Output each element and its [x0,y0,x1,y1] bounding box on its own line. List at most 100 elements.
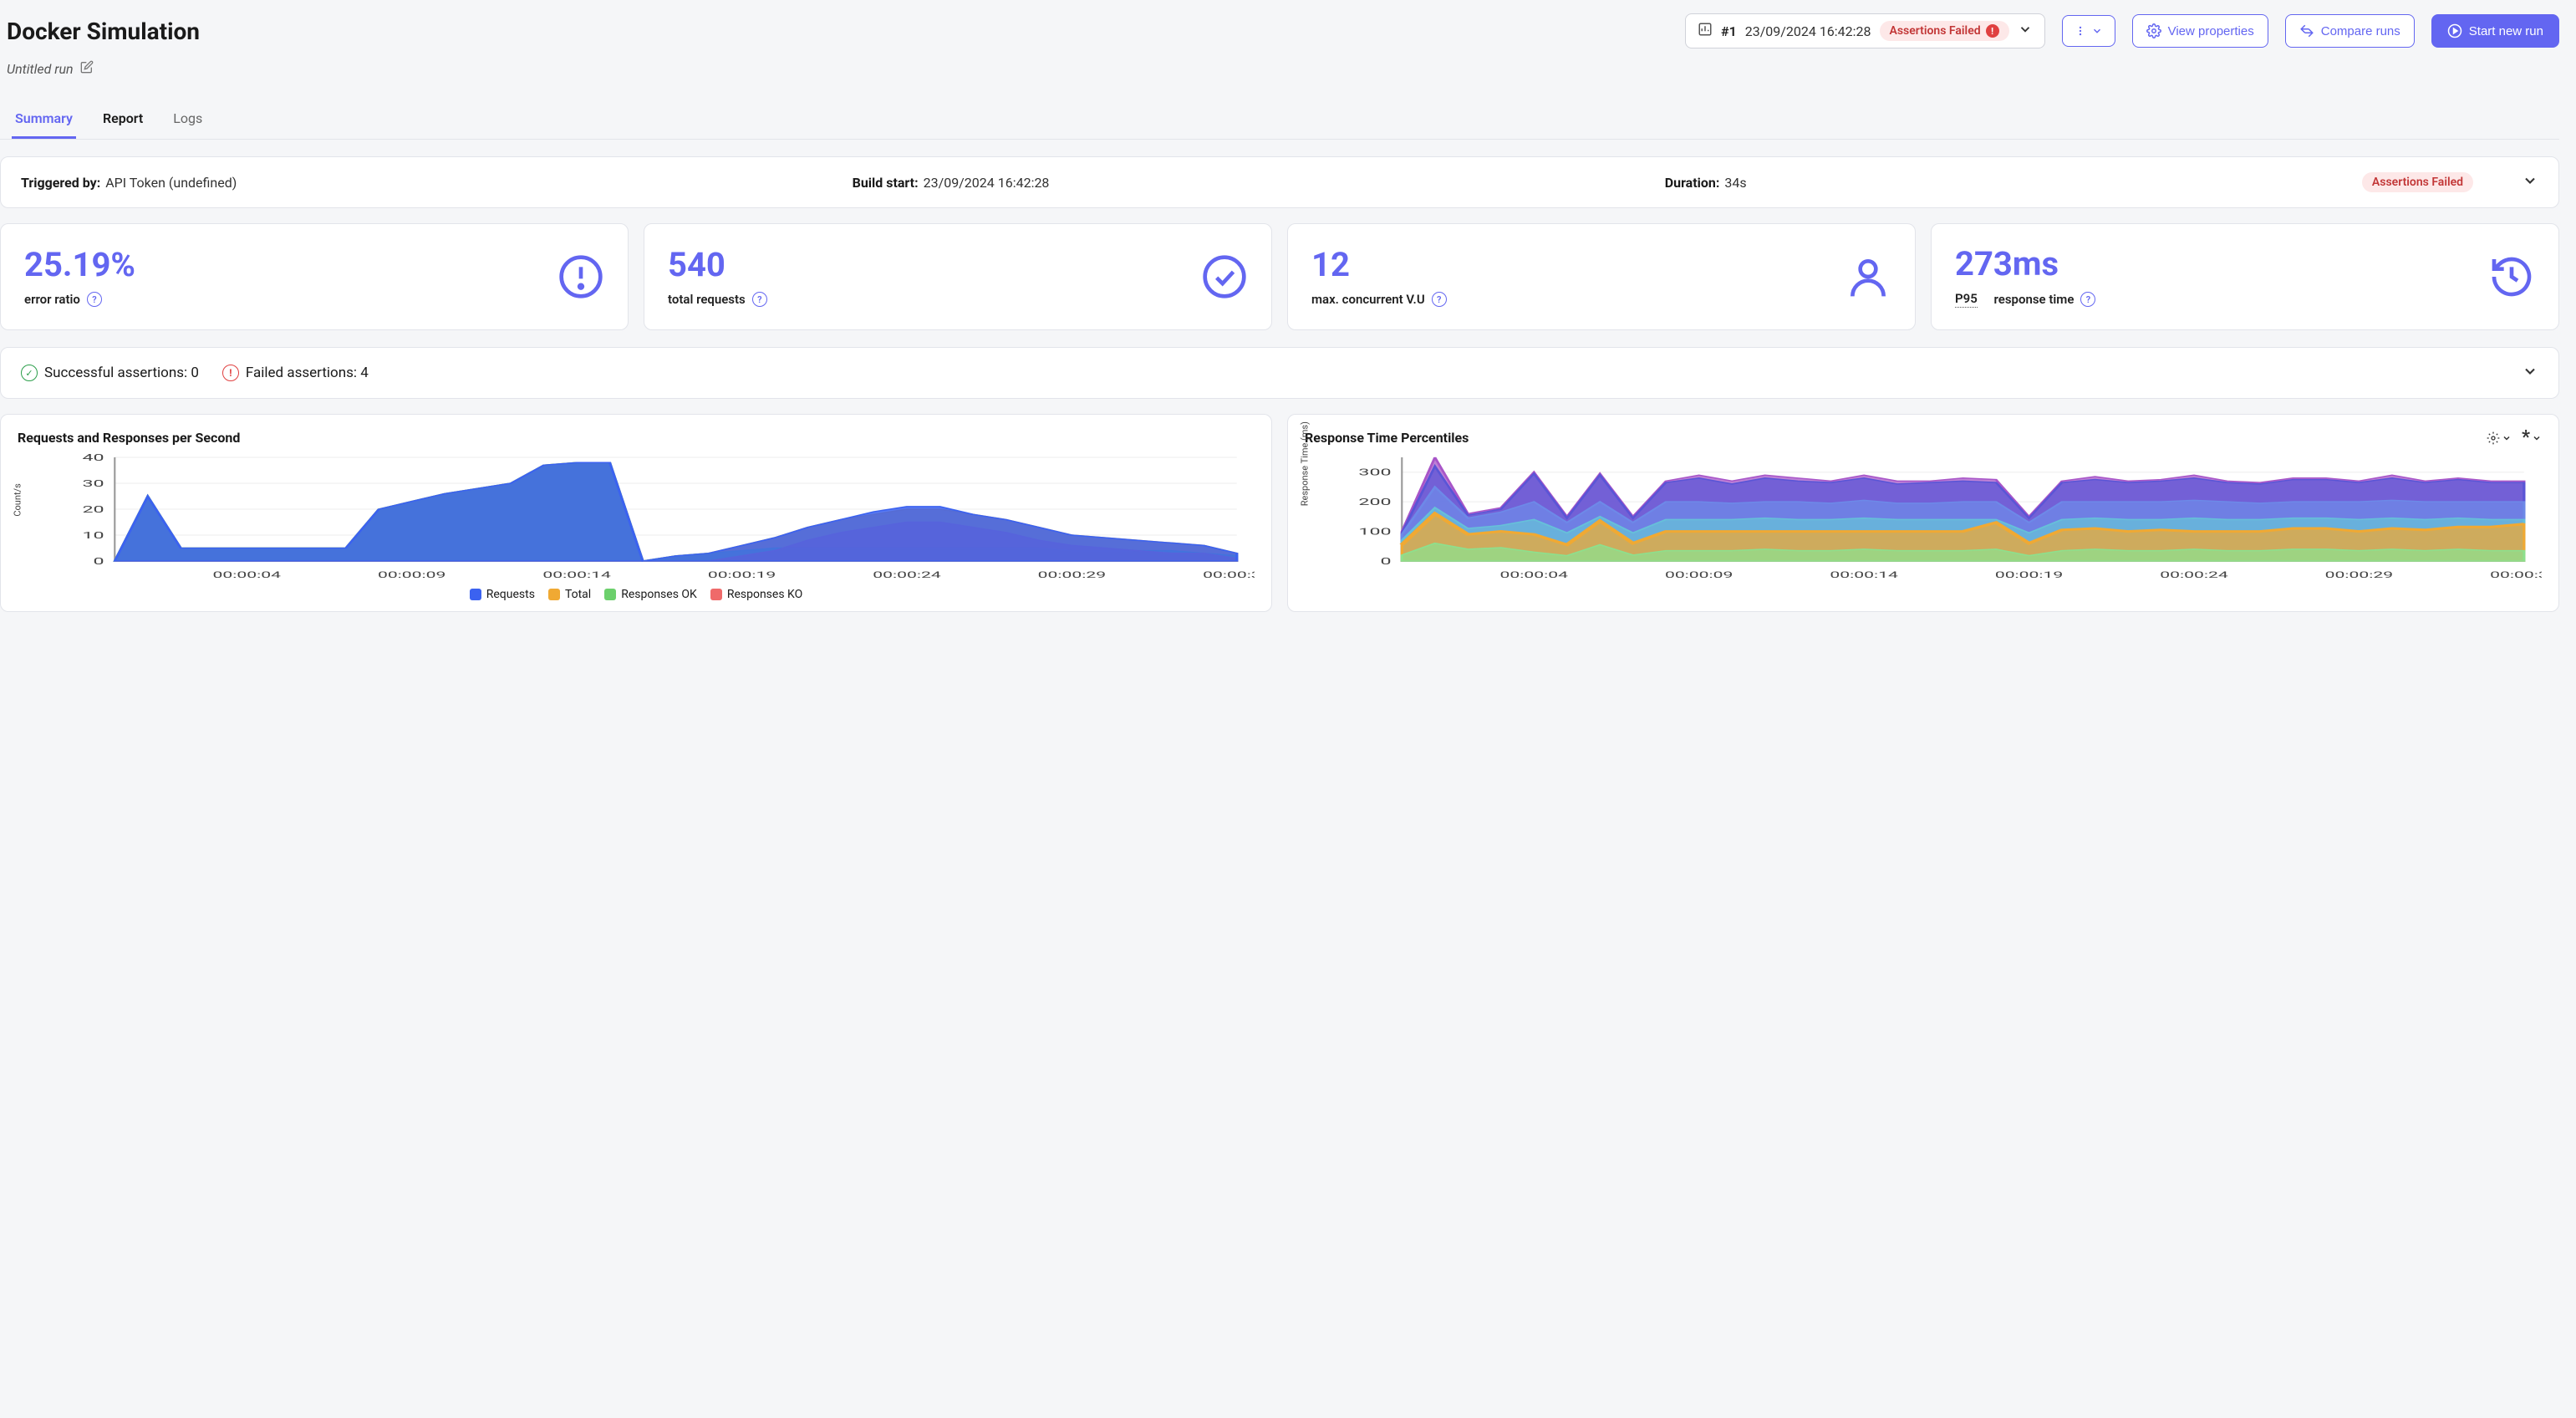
alert-icon: ! [1986,24,1999,38]
triggered-by-label: Triggered by: [21,175,100,191]
check-icon: ✓ [21,365,38,381]
expand-icon[interactable] [2522,363,2538,383]
legend-item[interactable]: Total [548,588,591,601]
chart-legend: Requests Total Responses OK Responses KO [18,588,1255,601]
tab-summary[interactable]: Summary [12,100,76,139]
chart-series-button[interactable]: * [2522,432,2542,444]
alert-icon: ! [222,365,239,381]
svg-text:00:00:19: 00:00:19 [708,571,776,580]
metric-p95: 273ms P95 response time? [1931,223,2559,330]
y-axis-label: Response Time (ms) [1300,421,1311,506]
build-start-value: 23/09/2024 16:42:28 [924,175,1050,191]
error-ratio-value: 25.19% [24,247,135,283]
chevron-down-icon [2091,25,2103,37]
duration-value: 34s [1724,175,1746,191]
status-badge: Assertions Failed ! [1880,21,2009,41]
svg-text:0: 0 [94,556,104,567]
chart-svg: 01020304000:00:0400:00:0900:00:1400:00:1… [18,451,1255,584]
y-axis-label: Count/s [13,483,23,516]
legend-label: Requests [486,588,535,601]
svg-text:00:00:09: 00:00:09 [378,571,445,580]
expand-icon[interactable] [2522,172,2538,192]
p95-prefix: P95 [1955,291,1978,308]
check-circle-icon [1201,253,1248,300]
tab-bar: Summary Report Logs [0,100,2559,140]
svg-text:00:00:19: 00:00:19 [1995,571,2063,580]
build-start-label: Build start: [853,175,919,191]
failed-assertions: ! Failed assertions: 4 [222,365,369,381]
swatch-icon [548,589,560,600]
help-icon[interactable]: ? [2080,292,2095,307]
tab-report[interactable]: Report [99,100,146,139]
chart-title: Requests and Responses per Second [18,430,240,446]
svg-text:0: 0 [1381,556,1392,567]
legend-label: Responses OK [621,588,697,601]
status-badge: Assertions Failed [2362,172,2473,192]
chevron-down-icon [2532,433,2542,443]
svg-text:10: 10 [82,530,104,541]
legend-item[interactable]: Responses KO [710,588,802,601]
compare-icon [2299,23,2314,38]
svg-text:00:00:14: 00:00:14 [1830,571,1897,580]
page-title: Docker Simulation [7,18,200,45]
p95-value: 273ms [1955,246,2095,283]
swatch-icon [470,589,481,600]
error-ratio-label: error ratio [24,292,80,307]
metric-error-ratio: 25.19% error ratio? [0,223,629,330]
edit-icon[interactable] [80,60,94,77]
svg-text:300: 300 [1358,467,1391,478]
max-vu-label: max. concurrent V.U [1311,292,1425,307]
triggered-by-value: API Token (undefined) [105,175,237,191]
asterisk-icon: * [2522,432,2530,444]
chevron-down-icon[interactable] [2018,22,2033,40]
metric-max-vu: 12 max. concurrent V.U? [1287,223,1916,330]
dots-icon [2075,24,2086,38]
tab-logs[interactable]: Logs [170,100,206,139]
view-properties-button[interactable]: View properties [2132,14,2268,48]
svg-text:40: 40 [82,452,104,463]
svg-text:00:00:24: 00:00:24 [2160,571,2227,580]
assertions-panel: ✓ Successful assertions: 0 ! Failed asse… [0,347,2559,399]
total-requests-value: 540 [668,247,767,283]
user-icon [1845,253,1891,300]
run-date: 23/09/2024 16:42:28 [1745,23,1871,39]
successful-assertions: ✓ Successful assertions: 0 [21,365,199,381]
legend-label: Total [565,588,591,601]
p95-label: response time [1994,292,2075,307]
duration-label: Duration: [1665,175,1720,191]
run-info-panel: Triggered by: API Token (undefined) Build… [0,156,2559,208]
warning-icon [557,253,604,300]
compare-runs-button[interactable]: Compare runs [2285,14,2415,48]
svg-text:00:00:09: 00:00:09 [1665,571,1733,580]
gear-icon [2487,431,2500,445]
help-icon[interactable]: ? [1432,292,1447,307]
chart-requests-responses: Requests and Responses per Second Count/… [0,414,1272,612]
svg-text:200: 200 [1358,497,1391,508]
history-icon [2488,253,2535,300]
help-icon[interactable]: ? [752,292,767,307]
run-selector[interactable]: #1 23/09/2024 16:42:28 Assertions Failed… [1685,13,2045,48]
chevron-down-icon [2502,433,2512,443]
legend-item[interactable]: Responses OK [604,588,697,601]
svg-text:30: 30 [82,478,104,489]
chart-title: Response Time Percentiles [1305,430,1469,446]
run-number: #1 [1721,23,1737,39]
play-icon [2447,23,2462,38]
chart-settings-button[interactable] [2487,431,2512,445]
help-icon[interactable]: ? [87,292,102,307]
svg-text:00:00:04: 00:00:04 [213,571,281,580]
svg-text:00:00:29: 00:00:29 [1038,571,1106,580]
svg-text:00:00:14: 00:00:14 [542,571,610,580]
total-requests-label: total requests [668,292,746,307]
legend-item[interactable]: Requests [470,588,535,601]
start-new-run-button[interactable]: Start new run [2431,14,2559,48]
swatch-icon [604,589,616,600]
chart-svg: 010020030000:00:0400:00:0900:00:1400:00:… [1305,451,2542,584]
svg-text:00:00:29: 00:00:29 [2325,571,2393,580]
more-menu-button[interactable] [2062,15,2115,47]
svg-text:00:00:34: 00:00:34 [2490,571,2542,580]
metric-total-requests: 540 total requests? [644,223,1272,330]
svg-text:00:00:24: 00:00:24 [873,571,940,580]
swatch-icon [710,589,722,600]
svg-text:100: 100 [1358,527,1391,538]
